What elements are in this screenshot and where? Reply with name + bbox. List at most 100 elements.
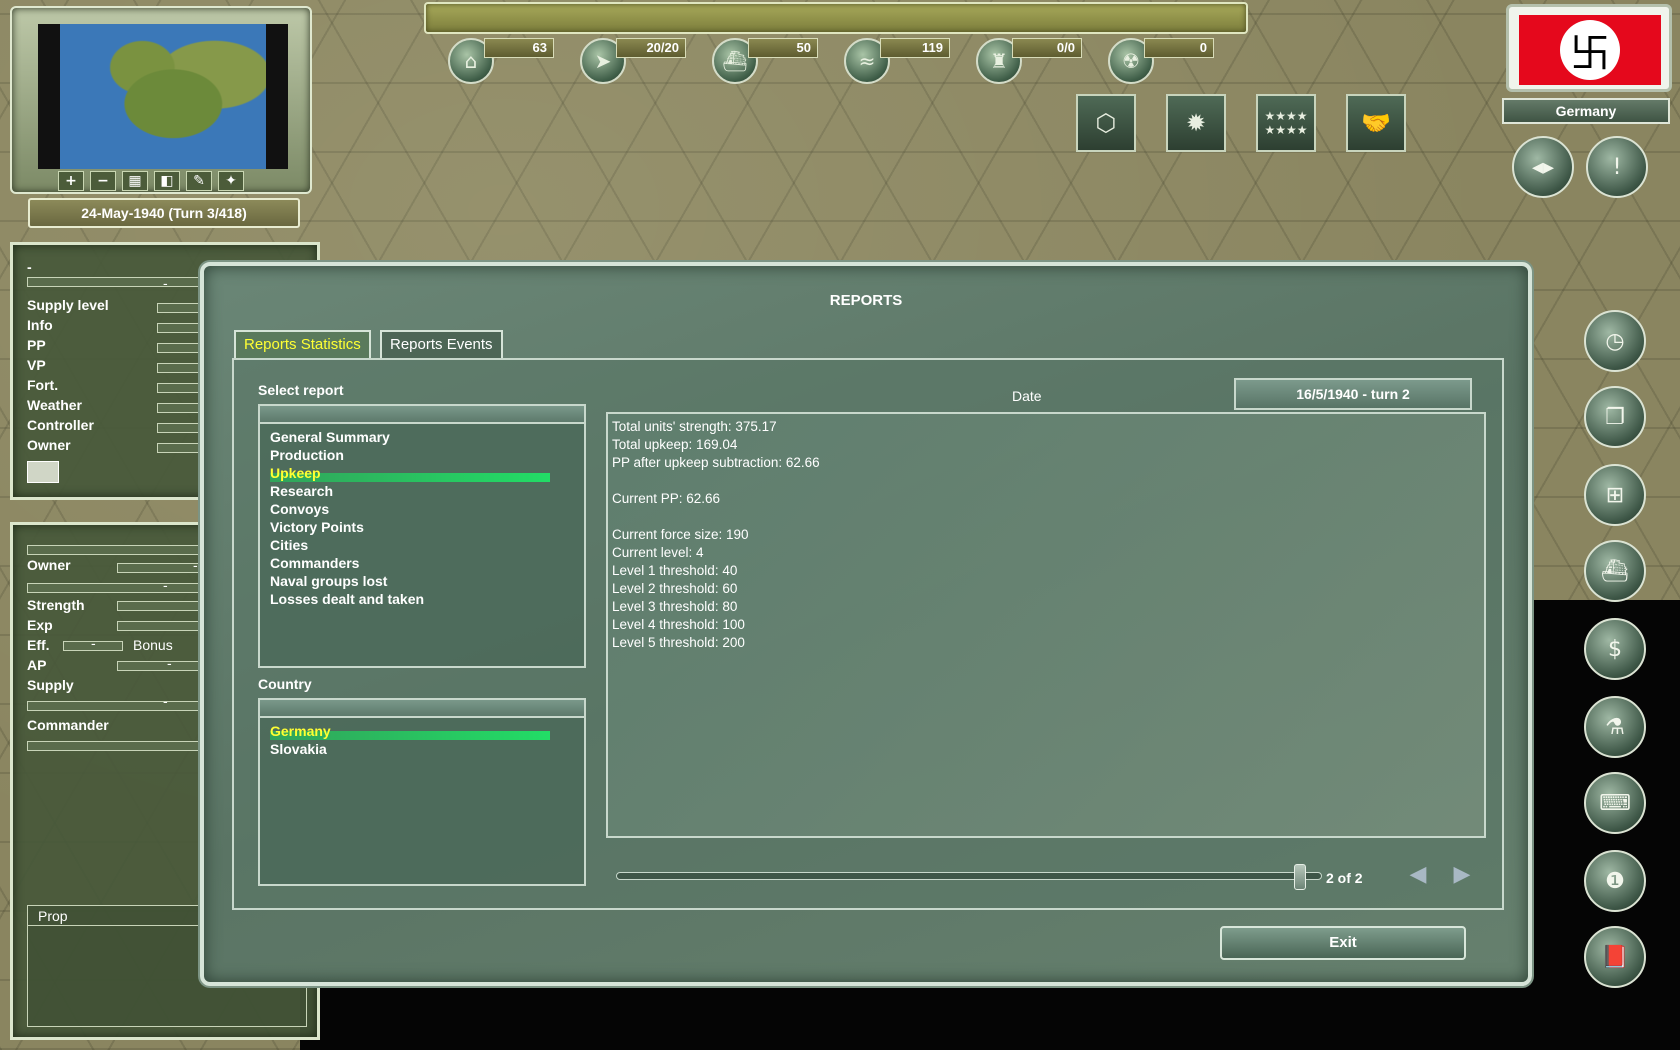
trade-button[interactable]: $ bbox=[1584, 618, 1646, 680]
report-list[interactable]: General Summary Production Upkeep Resear… bbox=[258, 404, 586, 668]
resource-value: 63 bbox=[484, 38, 554, 58]
windows-icon: ❐ bbox=[1605, 404, 1625, 430]
report-line bbox=[612, 508, 1480, 526]
select-report-label: Select report bbox=[258, 382, 344, 398]
owner-label: Owner bbox=[27, 437, 71, 453]
diplomacy-button[interactable]: 🤝 bbox=[1346, 94, 1406, 152]
next-page-button[interactable]: ▶ bbox=[1450, 860, 1474, 890]
political-filter-button[interactable]: ◧ bbox=[154, 171, 180, 191]
tab-reports-statistics[interactable]: Reports Statistics bbox=[234, 330, 371, 358]
country-flag[interactable]: 卐 bbox=[1506, 4, 1672, 92]
end-turn-button[interactable]: ◷ bbox=[1584, 310, 1646, 372]
research-button[interactable]: ⚗ bbox=[1584, 696, 1646, 758]
report-line: Total units' strength: 375.17 bbox=[612, 419, 777, 434]
country-list[interactable]: Germany Slovakia bbox=[258, 698, 586, 886]
resource-value: 50 bbox=[748, 38, 818, 58]
windows-button[interactable]: ❐ bbox=[1584, 386, 1646, 448]
turn-date: 24-May-1940 (Turn 3/418) bbox=[28, 198, 300, 228]
prev-page-button[interactable]: ◀ bbox=[1406, 860, 1430, 890]
commander-label: Commander bbox=[27, 717, 109, 733]
unit-type-icon[interactable] bbox=[27, 461, 59, 483]
resource-naval[interactable]: ⛴ 50 bbox=[712, 36, 818, 86]
eff-label: Eff. bbox=[27, 637, 50, 653]
report-item-label: Victory Points bbox=[270, 519, 364, 535]
minimap-view[interactable] bbox=[38, 24, 288, 169]
report-line: Current PP: 62.66 bbox=[612, 491, 721, 506]
resource-diplomacy[interactable]: ≈ 119 bbox=[844, 36, 950, 86]
country-item-label: Germany bbox=[270, 723, 331, 739]
strength-label: Strength bbox=[27, 597, 85, 613]
report-list-header bbox=[260, 406, 584, 424]
info-dash: - bbox=[163, 275, 168, 291]
list-item[interactable]: Production bbox=[260, 446, 584, 464]
list-item[interactable]: Victory Points bbox=[260, 518, 584, 536]
alert-button[interactable]: ! bbox=[1586, 136, 1648, 198]
resource-rocket[interactable]: ♜ 0/0 bbox=[976, 36, 1082, 86]
country-name: Germany bbox=[1502, 98, 1670, 124]
weather-button[interactable]: ✹ bbox=[1166, 94, 1226, 152]
list-item-selected[interactable]: Upkeep bbox=[260, 464, 584, 482]
date-select[interactable]: 16/5/1940 - turn 2 bbox=[1234, 378, 1472, 410]
manual-button[interactable]: 📕 bbox=[1584, 926, 1646, 988]
page-slider[interactable] bbox=[616, 872, 1322, 880]
hierarchy-icon: ⊞ bbox=[1605, 482, 1625, 508]
supply-level-label: Supply level bbox=[27, 297, 109, 313]
zoom-out-button[interactable]: − bbox=[90, 171, 116, 191]
resource-air[interactable]: ➤ 20/20 bbox=[580, 36, 686, 86]
info-label: Info bbox=[27, 317, 53, 333]
resource-nuclear[interactable]: ☢ 0 bbox=[1108, 36, 1214, 86]
list-item-selected[interactable]: Germany bbox=[260, 722, 584, 740]
list-item[interactable]: Losses dealt and taken bbox=[260, 590, 584, 608]
unit-filter-button[interactable]: ✦ bbox=[218, 171, 244, 191]
weather-label: Weather bbox=[27, 397, 82, 413]
bonus-label: Bonus bbox=[133, 637, 173, 653]
hex-name: - bbox=[27, 259, 32, 275]
hex-grid-button[interactable]: ⬡ bbox=[1076, 94, 1136, 152]
report-item-label: Production bbox=[270, 447, 344, 463]
list-item[interactable]: Slovakia bbox=[260, 740, 584, 758]
ranks-button[interactable]: ★★★★ ★★★★ bbox=[1256, 94, 1316, 152]
reports-button[interactable]: ⌨ bbox=[1584, 772, 1646, 834]
page-indicator: 2 of 2 bbox=[1326, 870, 1363, 886]
terrain-filter-button[interactable]: ▦ bbox=[122, 171, 148, 191]
fleet-button[interactable]: ⛴ bbox=[1584, 540, 1646, 602]
resource-value: 119 bbox=[880, 38, 950, 58]
page-slider-handle[interactable] bbox=[1294, 864, 1306, 890]
tab-reports-events[interactable]: Reports Events bbox=[380, 330, 503, 358]
report-line: Level 4 threshold: 100 bbox=[612, 617, 745, 632]
hierarchy-button[interactable]: ⊞ bbox=[1584, 464, 1646, 526]
clock-icon: ◷ bbox=[1605, 328, 1625, 354]
report-line: Level 1 threshold: 40 bbox=[612, 563, 738, 578]
list-item[interactable]: General Summary bbox=[260, 428, 584, 446]
list-item[interactable]: Commanders bbox=[260, 554, 584, 572]
list-item[interactable]: Research bbox=[260, 482, 584, 500]
resource-industry[interactable]: ⌂ 63 bbox=[448, 36, 554, 86]
supply-filter-button[interactable]: ✎ bbox=[186, 171, 212, 191]
report-line: Level 3 threshold: 80 bbox=[612, 599, 738, 614]
divider-dash: - bbox=[163, 577, 168, 593]
resource-value: 0/0 bbox=[1012, 38, 1082, 58]
country-list-header bbox=[260, 700, 584, 718]
report-line: Level 2 threshold: 60 bbox=[612, 581, 738, 596]
minimap-toolbar: + − ▦ ◧ ✎ ✦ bbox=[58, 171, 244, 193]
list-item[interactable]: Naval groups lost bbox=[260, 572, 584, 590]
report-item-label: General Summary bbox=[270, 429, 390, 445]
chevron-right-icon: ▶ bbox=[1453, 862, 1471, 887]
info-bar bbox=[27, 277, 217, 287]
map-filter-bar: ⬡ ✹ ★★★★ ★★★★ 🤝 bbox=[1076, 94, 1406, 152]
eff-dash: - bbox=[91, 635, 96, 651]
supply-label: Supply bbox=[27, 677, 74, 693]
commander-bar bbox=[27, 741, 217, 751]
zoom-in-button[interactable]: + bbox=[58, 171, 84, 191]
research-icon: ⚗ bbox=[1605, 714, 1625, 740]
list-item[interactable]: Convoys bbox=[260, 500, 584, 518]
next-unit-button[interactable]: ◂▸ bbox=[1512, 136, 1574, 198]
report-line: Current force size: 190 bbox=[612, 527, 749, 542]
exit-button[interactable]: Exit bbox=[1220, 926, 1466, 960]
report-item-label: Losses dealt and taken bbox=[270, 591, 425, 607]
pp-label: PP bbox=[27, 337, 46, 353]
intelligence-button[interactable]: ❶ bbox=[1584, 850, 1646, 912]
resource-value: 20/20 bbox=[616, 38, 686, 58]
list-item[interactable]: Cities bbox=[260, 536, 584, 554]
minimap: + − ▦ ◧ ✎ ✦ bbox=[10, 6, 312, 194]
